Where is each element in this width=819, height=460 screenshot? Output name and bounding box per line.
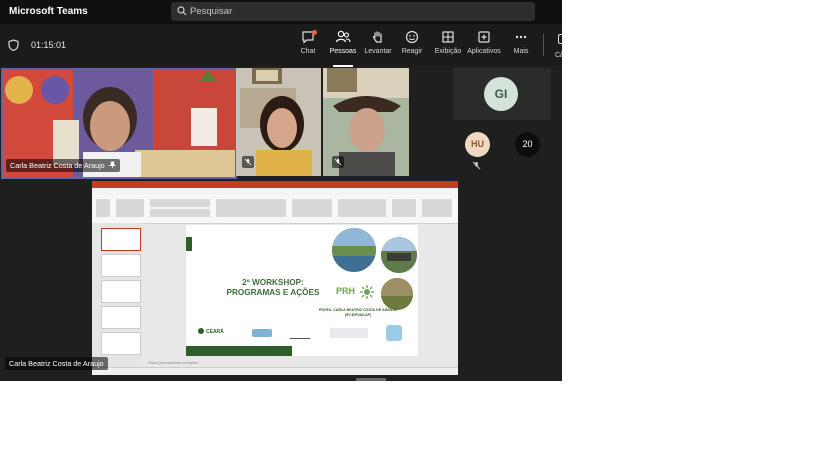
slide-thumb-4[interactable]	[101, 306, 141, 329]
more-label: Mais	[513, 48, 529, 55]
hand-icon	[372, 31, 382, 43]
muted-mic-icon	[332, 156, 344, 168]
video-tile-participant-2[interactable]	[236, 68, 321, 176]
video-tile-participant-3[interactable]	[323, 68, 409, 176]
logo-partner-2	[290, 328, 310, 339]
react-label: Reagir	[401, 48, 423, 55]
apps-label: Aplicativos	[467, 48, 501, 55]
view-label: Exibição	[434, 48, 462, 55]
avatar-gi: GI	[484, 77, 518, 111]
teams-window: Microsoft Teams Pesquisar 01:15:01 Chat …	[0, 0, 562, 381]
people-button[interactable]: Pessoas	[323, 30, 363, 67]
app-title: Microsoft Teams	[9, 6, 88, 17]
search-box[interactable]: Pesquisar	[171, 2, 535, 21]
slide-professor: PROFA. CARLA BEATRIZ COSTA DE ARAÚJO (IF…	[304, 308, 412, 318]
add-app-icon	[478, 31, 490, 43]
view-button[interactable]: Exibição	[428, 30, 468, 55]
search-icon	[177, 6, 187, 16]
speaker-name: Carla Beatriz Costa de Araujo	[10, 161, 105, 170]
active-tab-indicator	[333, 65, 353, 67]
slide-thumbnails[interactable]	[92, 223, 142, 367]
speaker-name-tag: Carla Beatriz Costa de Araujo	[6, 159, 120, 172]
title-bar: Microsoft Teams Pesquisar	[0, 0, 562, 24]
camera-icon[interactable]	[558, 34, 562, 44]
slide-thumb-1[interactable]	[101, 228, 141, 251]
chat-label: Chat	[300, 48, 316, 55]
meeting-toolbar: 01:15:01 Chat Pessoas Levantar Reagir Ex…	[0, 24, 562, 67]
more-button[interactable]: Mais	[501, 30, 541, 55]
slide-institution: (IFCE/FUNCAP)	[344, 313, 372, 317]
emoji-icon	[405, 30, 419, 44]
slide-thumb-5[interactable]	[101, 332, 141, 355]
shield-icon[interactable]	[8, 39, 19, 51]
react-button[interactable]: Reagir	[392, 30, 432, 55]
slide-heading: 2º WORKSHOP: PROGRAMAS E AÇÕES	[210, 278, 336, 298]
slide-heading-line-2: PROGRAMAS E AÇÕES	[226, 288, 320, 297]
slide-photo-lake	[330, 226, 378, 274]
avatar-hu[interactable]: HU	[465, 132, 490, 157]
shared-screen: 2º WORKSHOP: PROGRAMAS E AÇÕES PRH PROFA…	[92, 181, 458, 375]
search-input[interactable]: Pesquisar	[190, 6, 232, 17]
ppt-title-bar	[92, 181, 458, 188]
slide-thumb-2[interactable]	[101, 254, 141, 277]
people-label: Pessoas	[329, 48, 357, 55]
notes-placeholder[interactable]: Clique para adicionar anotações	[148, 361, 198, 365]
chat-button[interactable]: Chat	[288, 30, 328, 55]
camera-label[interactable]: Câ	[555, 52, 562, 59]
slide-thumb-3[interactable]	[101, 280, 141, 303]
current-slide: 2º WORKSHOP: PROGRAMAS E AÇÕES PRH PROFA…	[186, 225, 419, 356]
muted-mic-icon	[242, 156, 254, 168]
ppt-status-bar	[92, 367, 458, 375]
ppt-ribbon	[92, 195, 458, 224]
slide-bottom-bar	[186, 346, 292, 356]
slide-heading-line-1: 2º WORKSHOP:	[242, 278, 304, 287]
brand-sun-icon	[360, 285, 374, 299]
muted-mic-icon	[472, 161, 481, 170]
people-icon	[335, 30, 351, 43]
slide-brand: PRH	[336, 286, 356, 296]
logo-partner-3	[386, 325, 402, 341]
toolbar-divider	[543, 34, 544, 56]
meeting-timer: 01:15:01	[31, 40, 67, 50]
presenter-name-tag: Carla Beatriz Costa de Araujo	[5, 357, 108, 370]
logo-partner-1	[252, 329, 272, 337]
logo-university	[330, 328, 368, 338]
logo-ceara-text: CEARÁ	[206, 329, 224, 335]
share-scrollbar[interactable]	[356, 378, 386, 381]
slide-accent-bar	[186, 237, 192, 251]
participant-tile-gi[interactable]: GI	[453, 68, 551, 120]
chat-notification-dot	[312, 30, 317, 35]
slide-photo-field	[379, 276, 415, 312]
more-icon	[515, 35, 527, 39]
pin-icon	[108, 161, 116, 168]
logo-ceara: CEARÁ	[198, 328, 224, 335]
ppt-ribbon-tabs	[92, 188, 458, 195]
grid-view-icon	[442, 31, 454, 43]
slide-photo-group	[379, 235, 419, 275]
more-participants-count[interactable]: 20	[515, 132, 540, 157]
video-tile-speaker[interactable]: Carla Beatriz Costa de Araujo	[1, 68, 237, 179]
apps-button[interactable]: Aplicativos	[464, 30, 504, 55]
